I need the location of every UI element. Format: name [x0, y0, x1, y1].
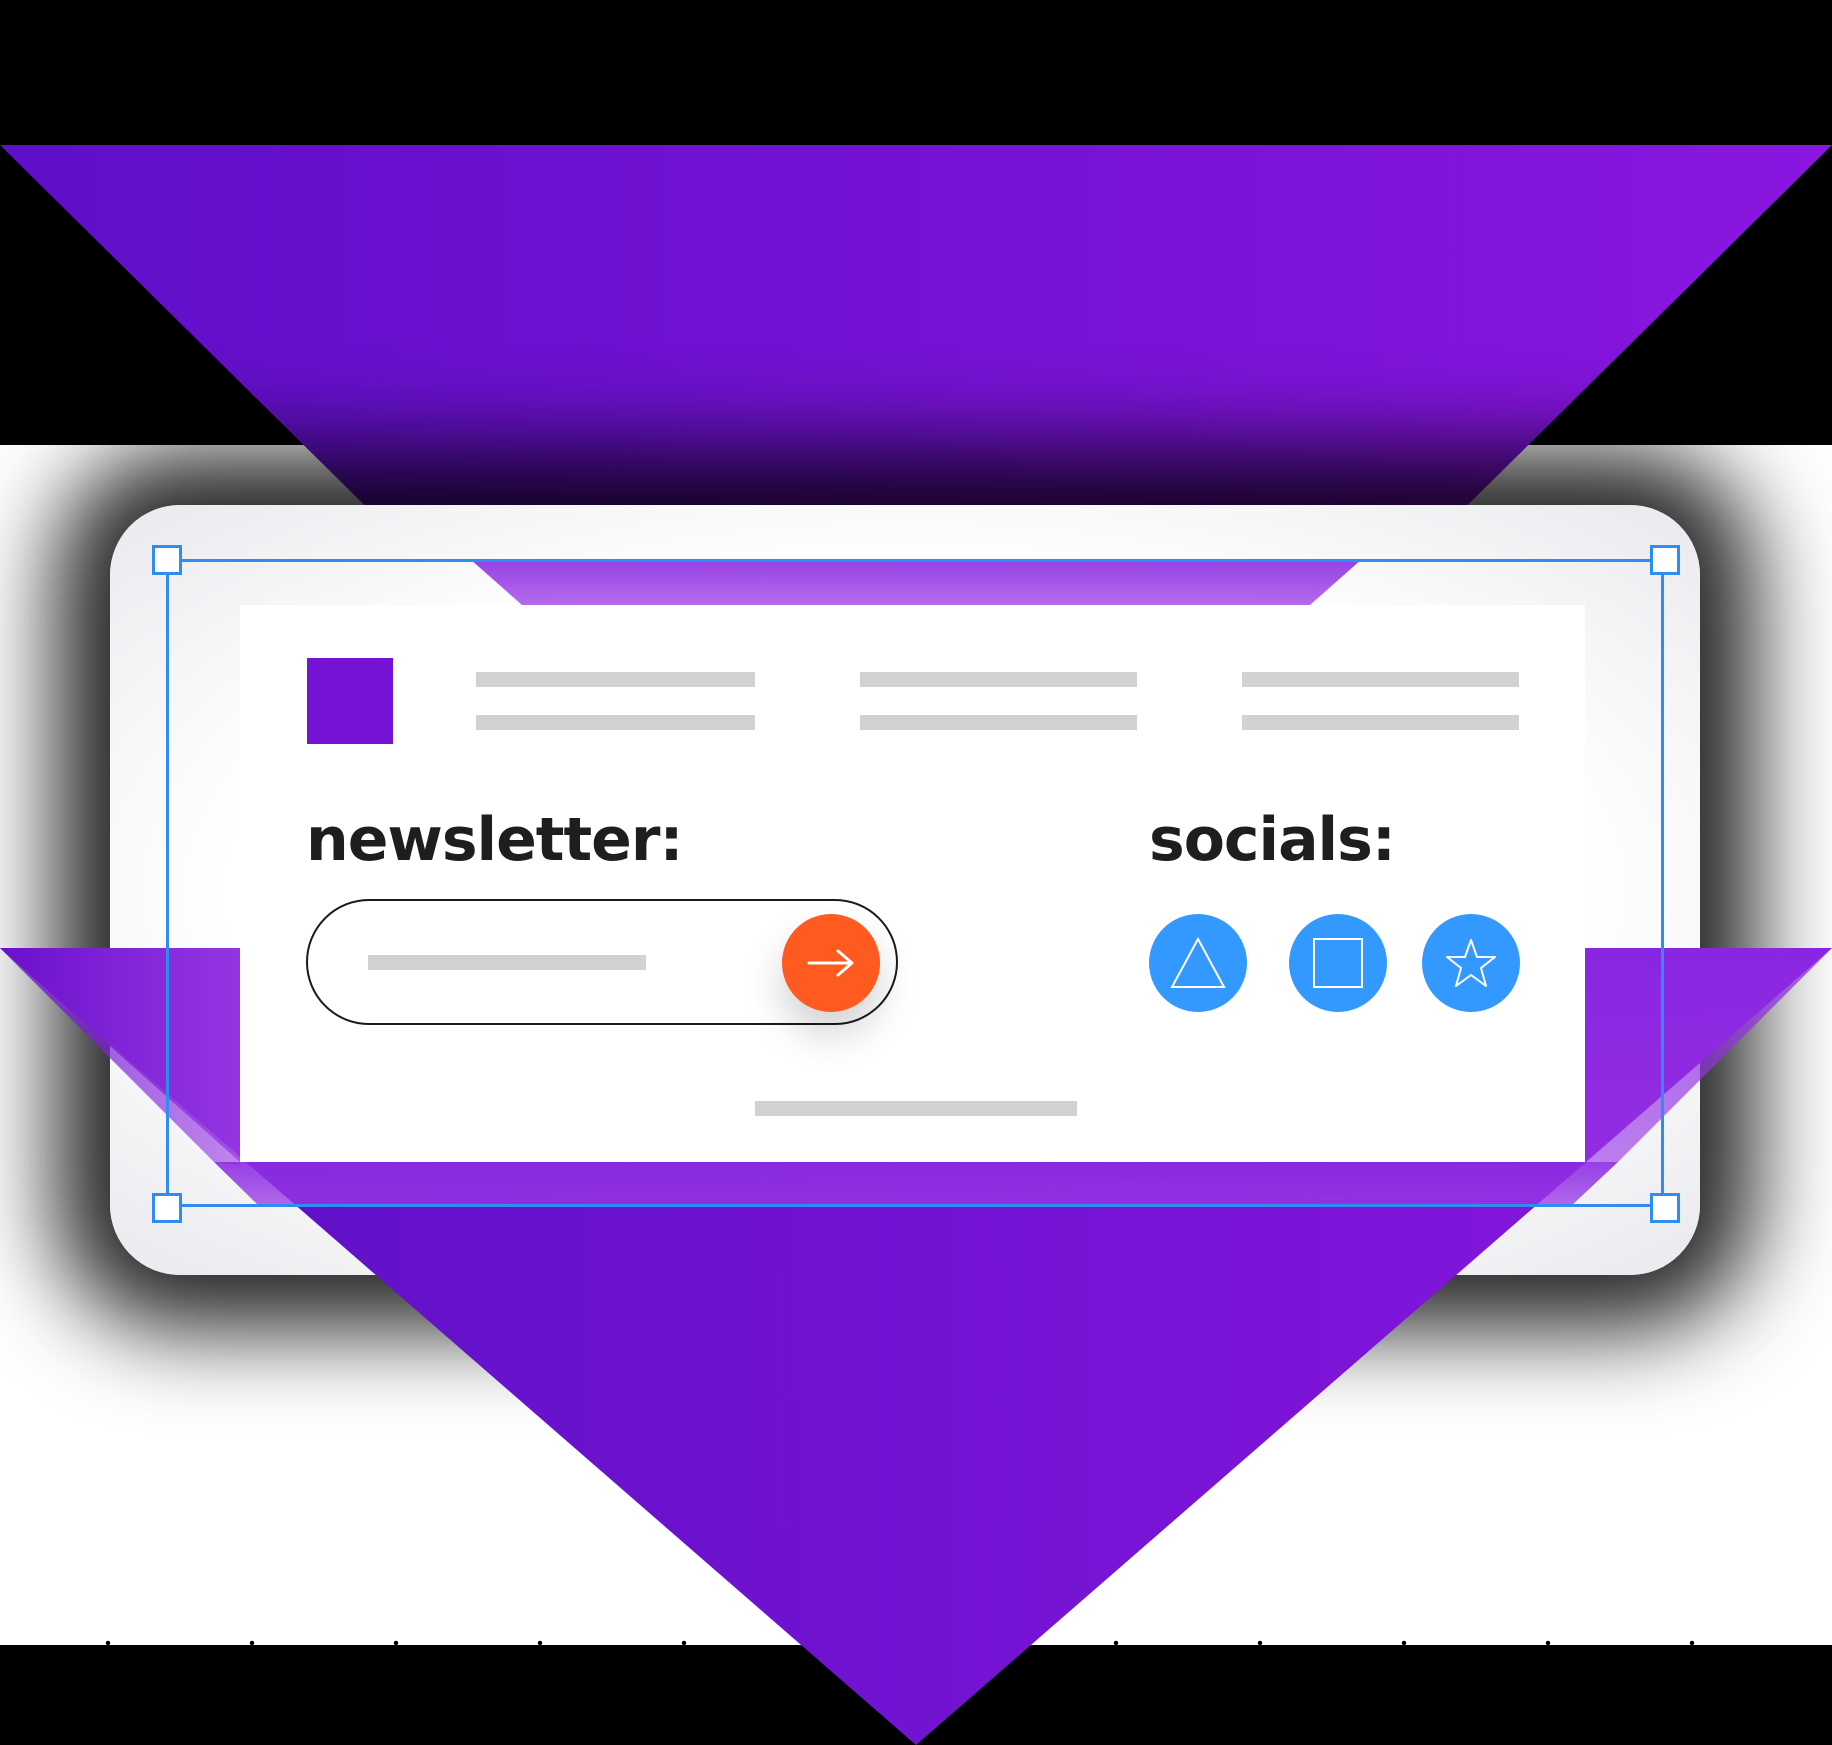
- input-placeholder: [368, 955, 646, 970]
- nav-link-placeholder[interactable]: [860, 672, 1137, 687]
- social-button-square[interactable]: [1289, 914, 1387, 1012]
- socials-heading: socials:: [1149, 805, 1396, 875]
- canvas: newsletter: socials:: [0, 0, 1832, 1745]
- resize-handle-bottom-left[interactable]: [152, 1193, 182, 1223]
- footer-card: newsletter: socials:: [240, 605, 1585, 1162]
- newsletter-heading: newsletter:: [306, 805, 683, 875]
- star-icon: [1446, 939, 1496, 987]
- resize-handle-top-left[interactable]: [152, 545, 182, 575]
- newsletter-submit-button[interactable]: [782, 914, 880, 1012]
- nav-link-placeholder[interactable]: [1242, 715, 1519, 730]
- nav-link-placeholder[interactable]: [1242, 672, 1519, 687]
- nav-link-placeholder[interactable]: [476, 715, 755, 730]
- social-button-triangle[interactable]: [1149, 914, 1247, 1012]
- resize-handle-top-right[interactable]: [1650, 545, 1680, 575]
- copyright-placeholder: [755, 1101, 1077, 1116]
- newsletter-email-input[interactable]: [306, 899, 898, 1025]
- resize-handle-bottom-right[interactable]: [1650, 1193, 1680, 1223]
- nav-link-placeholder[interactable]: [476, 672, 755, 687]
- logo-square[interactable]: [307, 658, 393, 744]
- triangle-icon: [1170, 936, 1226, 988]
- social-button-star[interactable]: [1422, 914, 1520, 1012]
- arrow-right-icon: [807, 949, 854, 977]
- nav-link-placeholder[interactable]: [860, 715, 1137, 730]
- square-icon: [1313, 938, 1363, 988]
